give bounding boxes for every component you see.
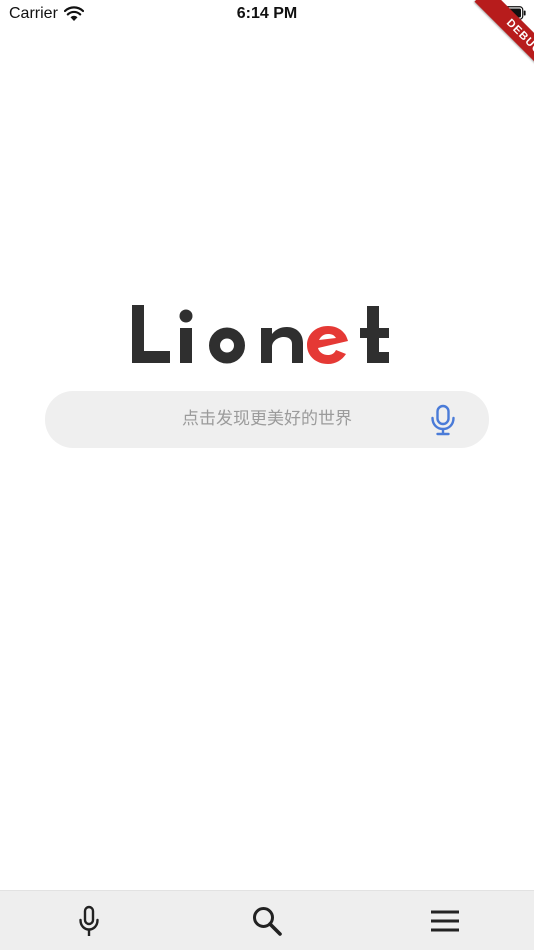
search-bar[interactable]: 点击发现更美好的世界 — [45, 391, 489, 448]
app-logo — [132, 305, 389, 364]
microphone-icon[interactable] — [71, 903, 107, 939]
search-placeholder[interactable]: 点击发现更美好的世界 — [45, 391, 489, 448]
menu-icon[interactable] — [427, 903, 463, 939]
search-icon[interactable] — [249, 903, 285, 939]
status-time: 6:14 PM — [236, 5, 298, 22]
battery-icon — [498, 6, 526, 20]
bottom-nav — [0, 890, 534, 950]
status-bar: Carrier 6:14 PM — [0, 0, 534, 30]
microphone-icon[interactable] — [428, 404, 458, 436]
